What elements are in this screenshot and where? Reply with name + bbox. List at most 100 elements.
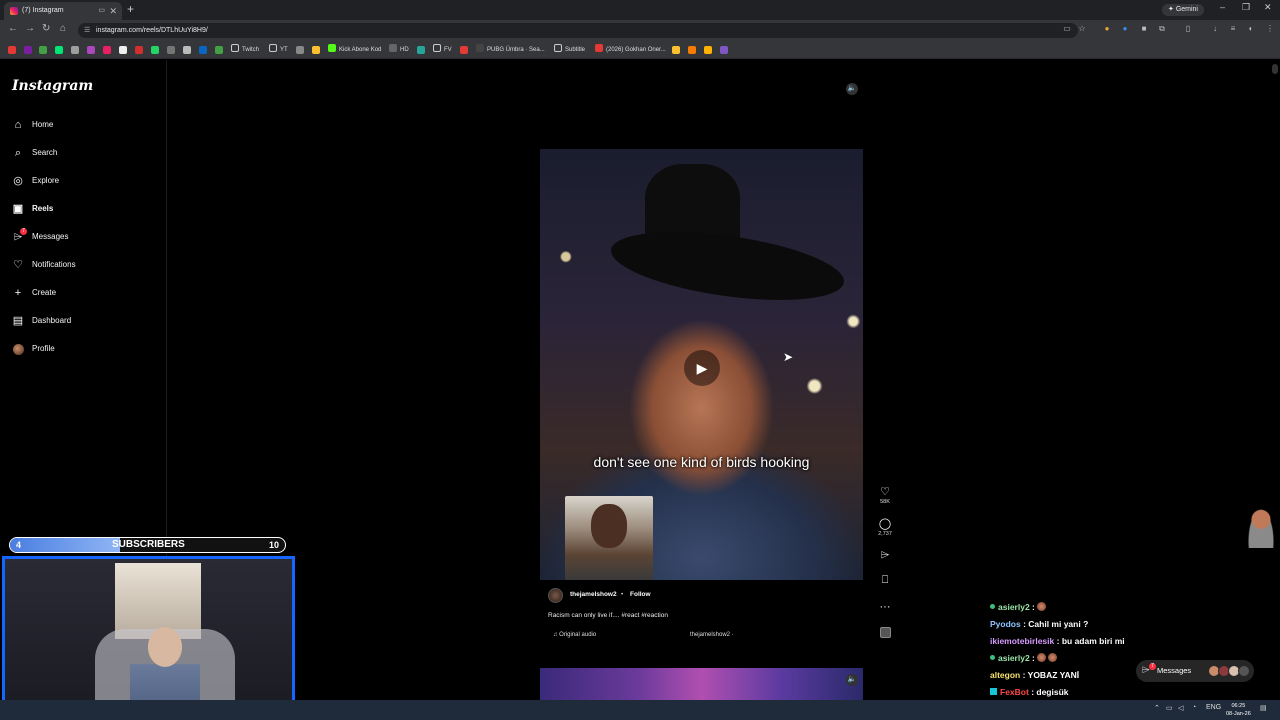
subscriber-goal-fill	[10, 538, 120, 552]
minimize-icon[interactable]: –	[1220, 2, 1225, 12]
bookmark-icon[interactable]	[24, 46, 32, 54]
tab-audio-icon[interactable]: ▭	[98, 2, 105, 20]
like-button[interactable]: ♡ 58K	[872, 485, 898, 505]
bookmark-youtube[interactable]: (2026) Gokhan Oner...	[595, 43, 666, 57]
share-button[interactable]: ⌲	[872, 549, 898, 562]
nav-messages[interactable]: ⌲ 7 Messages	[10, 227, 160, 247]
bookmark-icon[interactable]	[135, 46, 143, 54]
audio-link[interactable]: ♫ Original audio	[553, 632, 596, 638]
nav-search[interactable]: ⌕ Search	[10, 143, 160, 163]
bookmark-hd[interactable]: HD	[389, 43, 409, 57]
nav-notifications[interactable]: ♡ Notifications	[10, 255, 160, 275]
reel-player[interactable]: 🔈 ▶ don't see one kind of birds hooking …	[540, 77, 863, 652]
chat-text: : degisük	[1031, 687, 1069, 697]
language-indicator[interactable]: ENG	[1206, 704, 1221, 711]
reel-video[interactable]: ▶ don't see one kind of birds hooking	[540, 149, 863, 580]
bookmark-icon[interactable]	[103, 46, 111, 54]
extensions-puzzle-icon[interactable]: ⧉	[1157, 24, 1167, 34]
bookmark-icon[interactable]	[119, 46, 127, 54]
forward-icon[interactable]: →	[25, 23, 35, 34]
audio-author[interactable]: thejamelshow2 ·	[690, 632, 734, 638]
address-bar[interactable]: ☰ instagram.com/reels/DTLhUuYi8H9/	[78, 23, 1078, 38]
side-panel-icon[interactable]: ▯	[1183, 24, 1193, 34]
nav-dashboard[interactable]: ▤ Dashboard	[10, 311, 160, 331]
tray-volume-icon[interactable]: ◁	[1178, 704, 1183, 712]
nav-create[interactable]: + Create	[10, 283, 160, 303]
more-dots-icon: ···	[879, 601, 891, 613]
nav-reels[interactable]: ▣ Reels	[10, 199, 160, 219]
bookmark-icon[interactable]	[183, 46, 191, 54]
play-icon[interactable]: ▶	[684, 350, 720, 386]
bookmark-icon[interactable]	[151, 46, 159, 54]
gemini-button[interactable]: ✦ Gemini	[1162, 4, 1204, 16]
bookmark-folder-subtitle[interactable]: Subtitle	[554, 43, 585, 57]
reel-username[interactable]: thejamelshow2	[570, 591, 617, 598]
bookmark-pubg[interactable]: PUBG Ümbra · Sea...	[476, 43, 545, 57]
separator-dot: •	[621, 591, 624, 598]
nav-explore[interactable]: ◎ Explore	[10, 171, 160, 191]
extension-icon[interactable]: ●	[1120, 24, 1130, 34]
tab-close-icon[interactable]: ✕	[109, 2, 117, 20]
bookmark-icon[interactable]	[720, 46, 728, 54]
reload-icon[interactable]: ↻	[42, 23, 50, 34]
bookmark-icon[interactable]	[672, 46, 680, 54]
bookmark-folder-twitch[interactable]: Twitch	[231, 43, 259, 57]
subscriber-current: 4	[16, 540, 22, 550]
bookmark-icon[interactable]	[167, 46, 175, 54]
tray-network-icon[interactable]: ▭	[1166, 704, 1173, 712]
cast-icon[interactable]: ▭	[1062, 24, 1072, 34]
extension-icon[interactable]: ●	[1102, 24, 1112, 34]
bookmark-icon[interactable]	[39, 46, 47, 54]
volume-icon[interactable]: 🔈	[846, 674, 858, 686]
instagram-logo[interactable]: Instagram	[12, 78, 93, 94]
menu-kebab-icon[interactable]: ⋮	[1265, 24, 1275, 34]
follow-button[interactable]: Follow	[630, 591, 651, 598]
new-tab-button[interactable]: +	[127, 2, 134, 16]
site-info-icon[interactable]: ☰	[84, 23, 90, 38]
bookmark-icon[interactable]	[312, 46, 320, 54]
bookmark-star-icon[interactable]: ☆	[1077, 24, 1087, 34]
bookmark-icon[interactable]	[199, 46, 207, 54]
profile-icon[interactable]: ◐	[1246, 24, 1256, 34]
nav-home[interactable]: ⌂ Home	[10, 115, 160, 135]
notification-center-icon[interactable]: ▤	[1260, 704, 1267, 712]
bookmark-folder-yt[interactable]: YT	[269, 43, 288, 57]
chat-text: :	[1032, 602, 1035, 612]
bookmark-icon[interactable]	[8, 46, 16, 54]
bookmark-icon[interactable]	[417, 46, 425, 54]
back-icon[interactable]: ←	[8, 23, 18, 34]
next-reel-preview[interactable]: 🔈	[540, 668, 863, 702]
avatar[interactable]	[548, 588, 563, 603]
volume-icon[interactable]: 🔈	[846, 83, 858, 95]
media-icon[interactable]: ≡	[1228, 24, 1238, 34]
home-button-icon[interactable]: ⌂	[60, 23, 66, 34]
window-close-icon[interactable]: ✕	[1264, 2, 1272, 13]
browser-tab-instagram[interactable]: (7) Instagram ▭ ✕	[4, 2, 122, 20]
comment-button[interactable]: ◯ 2,737	[872, 517, 898, 537]
bookmark-icon[interactable]	[55, 46, 63, 54]
messages-label: Messages	[1157, 666, 1192, 675]
bookmark-icon[interactable]	[71, 46, 79, 54]
download-icon[interactable]: ↓	[1210, 24, 1220, 34]
taskbar-clock[interactable]: 06:25 08-Jan-26	[1226, 702, 1251, 718]
bookmark-icon[interactable]	[87, 46, 95, 54]
bookmark-icon[interactable]	[460, 46, 468, 54]
tray-chevron-icon[interactable]: ⌃	[1154, 704, 1160, 712]
tray-wifi-icon[interactable]: ◔	[1192, 704, 1196, 711]
save-button[interactable]: ⎕	[872, 574, 898, 587]
messages-floating-button[interactable]: ⌲ 7 Messages	[1136, 660, 1254, 682]
audio-thumbnail[interactable]	[872, 627, 898, 641]
restore-icon[interactable]: ❐	[1242, 2, 1250, 13]
extension-icon[interactable]: ■	[1139, 24, 1149, 34]
bookmark-icon[interactable]	[704, 46, 712, 54]
nav-profile[interactable]: Profile	[10, 339, 160, 359]
bookmark-icon[interactable]	[215, 46, 223, 54]
bookmark-folder-fv[interactable]: FV	[433, 43, 452, 57]
bookmark-kick[interactable]: Kick Abone Kod	[328, 43, 381, 57]
reel-description[interactable]: Racism can only live if.... #react #reac…	[548, 612, 668, 619]
bookmark-icon[interactable]	[296, 46, 304, 54]
bookmark-icon[interactable]	[688, 46, 696, 54]
bookmark-label: YT	[280, 47, 288, 53]
more-button[interactable]: ···	[872, 601, 898, 613]
page-scrollbar[interactable]	[1272, 64, 1278, 74]
